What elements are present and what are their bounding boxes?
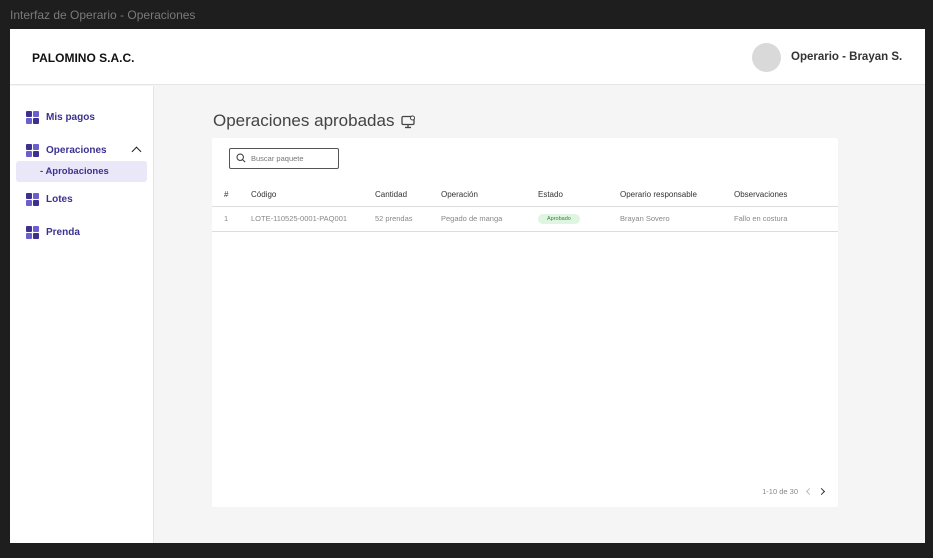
page-title: Operaciones aprobadas [213,111,416,131]
column-header: Observaciones [734,183,838,207]
grid-icon [26,192,39,206]
column-header: # [212,183,251,207]
cell-operacion: Pegado de manga [441,206,538,232]
avatar[interactable] [752,43,781,72]
column-header: Cantidad [375,183,441,207]
cell-observaciones: Fallo en costura [734,206,838,232]
table-header-row: # Código Cantidad Operación Estado Opera… [212,183,838,207]
chevron-left-icon[interactable] [805,487,814,496]
brand-logo: PALOMINO S.A.C. [32,51,135,65]
cell-operario: Brayan Sovero [620,206,734,232]
operations-table: # Código Cantidad Operación Estado Opera… [212,183,838,232]
chevron-up-icon[interactable] [131,146,142,157]
cell-estado: Aprobado [538,206,620,232]
cell-cantidad: 52 prendas [375,206,441,232]
column-header: Operación [441,183,538,207]
sidebar-item-label: Operaciones [46,144,107,156]
sidebar-item-operaciones[interactable]: Operaciones [20,138,150,162]
sidebar-item-mis-pagos[interactable]: Mis pagos [20,105,150,129]
chevron-right-icon[interactable] [817,487,826,496]
pagination: 1-10 de 30 [762,487,826,496]
column-header: Operario responsable [620,183,734,207]
operations-card: # Código Cantidad Operación Estado Opera… [212,138,838,507]
grid-icon [26,225,39,239]
status-badge: Aprobado [538,214,580,224]
pagination-text: 1-10 de 30 [762,487,798,496]
cell-num: 1 [212,206,251,232]
sidebar-item-prenda[interactable]: Prenda [20,220,150,244]
monitor-icon [401,114,416,129]
sidebar: Mis pagos Operaciones - Aprobaciones Lot… [10,86,154,543]
column-header: Código [251,183,375,207]
search-input[interactable] [251,154,331,163]
table-row[interactable]: 1 LOTE-110525-0001-PAQ001 52 prendas Peg… [212,206,838,232]
search-box[interactable] [229,148,339,169]
sidebar-item-lotes[interactable]: Lotes [20,187,150,211]
sidebar-item-label: Mis pagos [46,111,95,123]
user-name[interactable]: Operario - Brayan S. [791,51,902,63]
sidebar-item-label: Prenda [46,226,80,238]
top-bar: PALOMINO S.A.C. Operario - Brayan S. [10,29,925,85]
sidebar-item-label: Lotes [46,193,73,205]
sidebar-subitem-aprobaciones[interactable]: - Aprobaciones [16,161,147,182]
search-icon [236,150,246,168]
page-title-text: Operaciones aprobadas [213,111,395,130]
column-header: Estado [538,183,620,207]
window-title: Interfaz de Operario - Operaciones [10,8,196,22]
grid-icon [26,110,39,124]
app-frame: PALOMINO S.A.C. Operario - Brayan S. Mis… [10,29,925,543]
grid-icon [26,143,39,157]
cell-codigo: LOTE-110525-0001-PAQ001 [251,206,375,232]
